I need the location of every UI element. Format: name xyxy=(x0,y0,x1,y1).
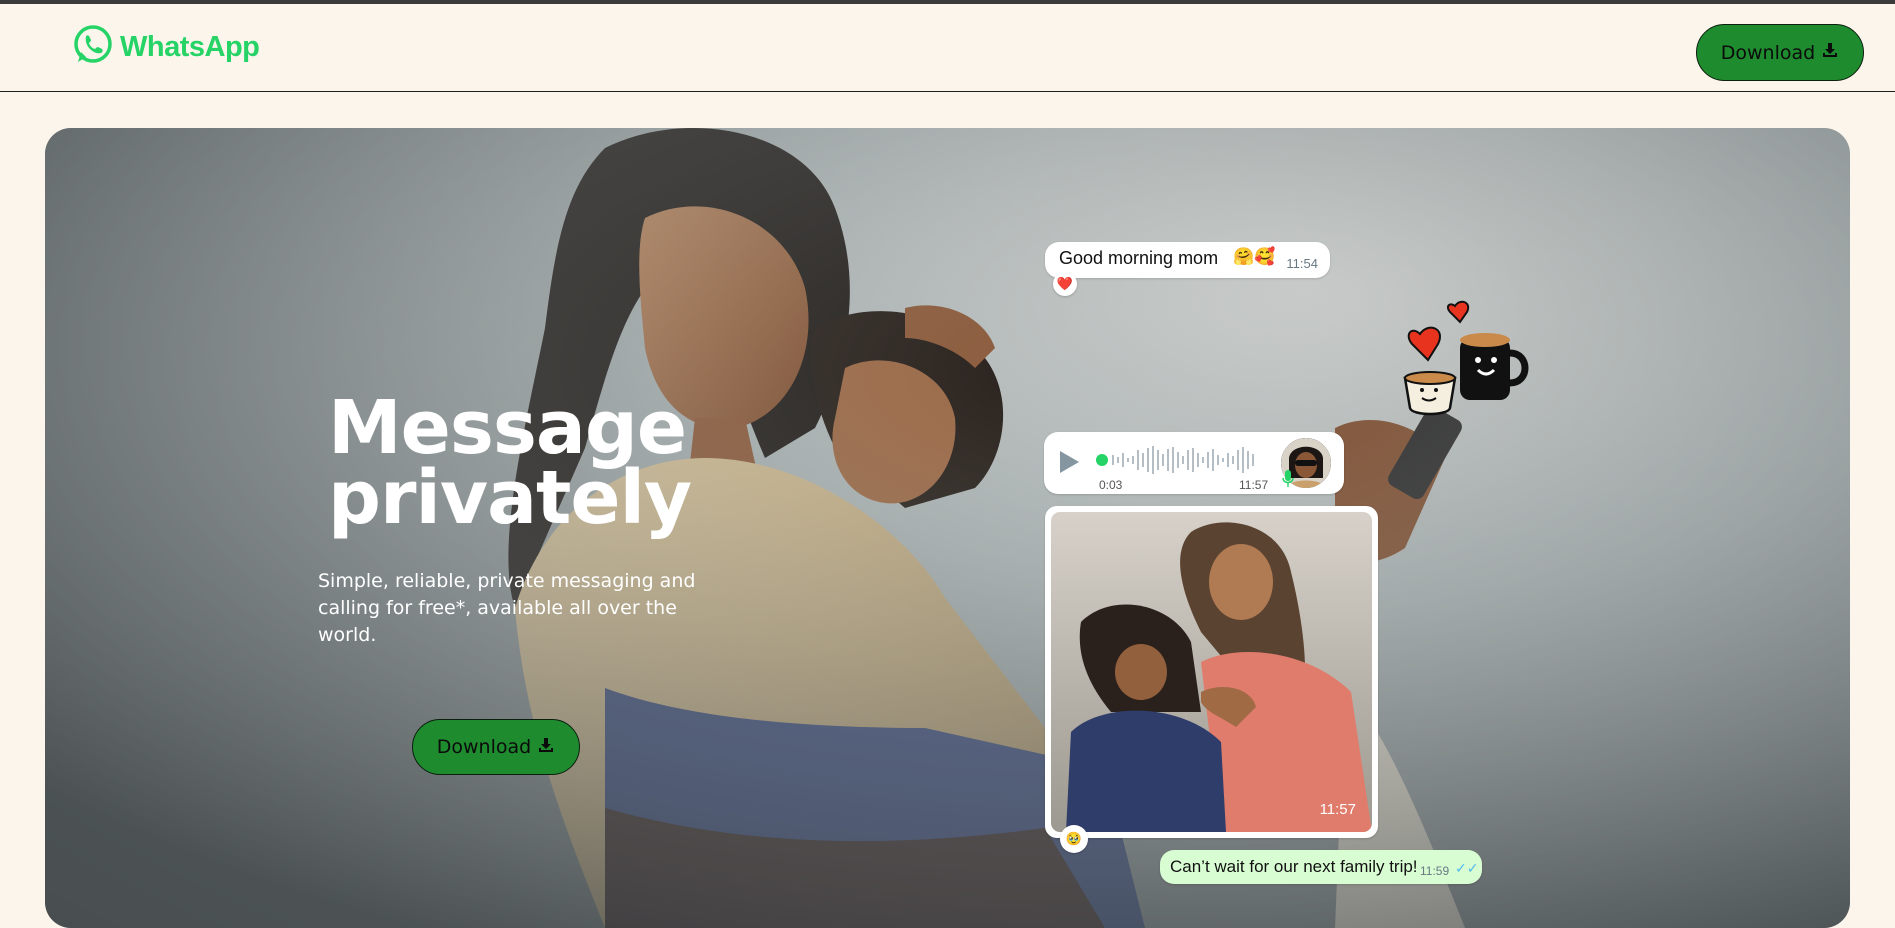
play-icon[interactable] xyxy=(1058,450,1080,479)
hero-title: Message privately xyxy=(328,385,748,541)
photo-time: 11:57 xyxy=(1319,801,1356,818)
chat-bubble-trip: Can’t wait for our next family trip! 11:… xyxy=(1160,850,1482,884)
hero-title-line1: Message xyxy=(328,385,687,471)
download-button-label: Download xyxy=(436,736,532,758)
coffee-mugs-sticker xyxy=(1403,300,1529,416)
message-text: Can’t wait for our next family trip! xyxy=(1170,857,1418,876)
download-icon xyxy=(1821,41,1839,64)
voice-duration: 0:03 xyxy=(1099,478,1123,492)
message-time: 11:54 xyxy=(1286,256,1318,271)
mic-icon xyxy=(1282,470,1294,493)
download-button-label: Download xyxy=(1720,41,1816,64)
download-button-hero[interactable]: Download xyxy=(412,719,580,775)
message-text: Good morning mom xyxy=(1059,248,1219,268)
hero-title-line2: privately xyxy=(328,455,692,541)
voice-waveform xyxy=(1096,446,1254,474)
whatsapp-logo-icon xyxy=(72,24,114,70)
whatsapp-logo[interactable]: WhatsApp xyxy=(72,24,260,70)
download-button-header[interactable]: Download xyxy=(1696,24,1864,81)
message-time: 11:59 xyxy=(1420,864,1450,878)
emoji-reaction: 🥹 xyxy=(1060,825,1088,853)
site-header: WhatsApp Download xyxy=(0,4,1895,92)
chat-bubble-morning: Good morning mom 🤗🥰 11:54 xyxy=(1045,242,1330,278)
read-ticks-icon: ✓✓ xyxy=(1455,860,1479,876)
hero-photo xyxy=(45,128,1850,928)
shared-photo[interactable]: 11:57 xyxy=(1051,512,1372,832)
heart-reaction: ❤️ xyxy=(1053,272,1077,296)
chat-bubble-voice: 0:03 11:57 xyxy=(1044,432,1344,494)
download-icon xyxy=(537,736,555,759)
message-emojis: 🤗🥰 xyxy=(1233,247,1276,266)
voice-time: 11:57 xyxy=(1239,478,1269,492)
brand-name: WhatsApp xyxy=(120,30,260,63)
hero-section: Message privately Simple, reliable, priv… xyxy=(45,128,1850,928)
chat-bubble-photo: 11:57 xyxy=(1045,506,1378,838)
hero-subtitle: Simple, reliable, private messaging and … xyxy=(318,570,696,646)
